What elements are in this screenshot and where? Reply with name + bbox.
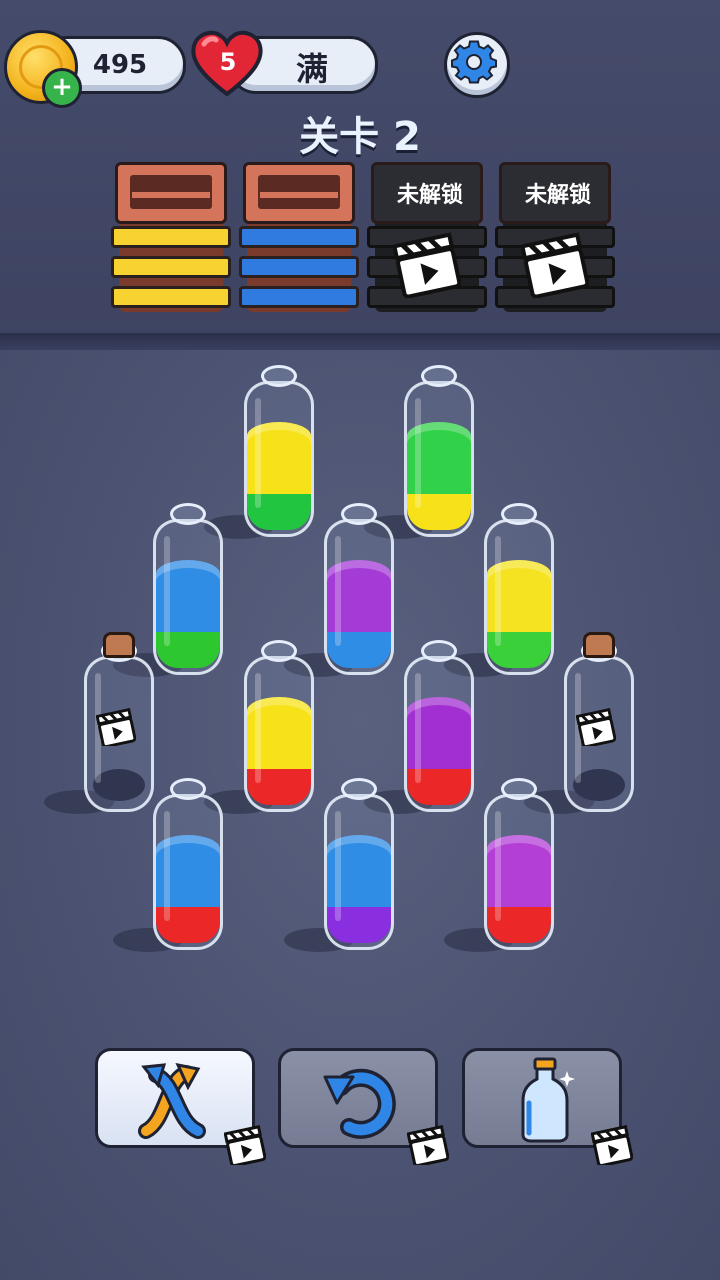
bottle-glass (244, 381, 314, 537)
bottle-glass (484, 519, 554, 675)
bottle[interactable] (324, 778, 394, 950)
settings-button[interactable] (444, 32, 510, 98)
bottle-glass (404, 381, 474, 537)
glass-shine (255, 398, 261, 508)
lives-count: 5 (219, 48, 237, 76)
bottle[interactable] (484, 778, 554, 950)
coin-count: 495 (92, 50, 148, 80)
locked-crate[interactable]: 未解锁 (367, 162, 487, 312)
cork-icon (103, 632, 135, 658)
bottle[interactable] (324, 503, 394, 675)
bottle-neck (170, 503, 206, 525)
shuffle-button[interactable] (95, 1048, 266, 1165)
bottle[interactable] (404, 640, 474, 812)
bottle[interactable] (153, 778, 223, 950)
video-ad-icon (576, 708, 616, 746)
lives-status: 满 (295, 50, 328, 88)
undo-icon (323, 1068, 396, 1139)
locked-crate[interactable]: 未解锁 (495, 162, 615, 312)
video-ad-icon (407, 1125, 449, 1165)
add-bottle-button[interactable] (462, 1048, 633, 1165)
bottle-neck (421, 640, 457, 662)
bottle-icon (521, 1057, 575, 1143)
shuffle-arrows-icon (138, 1062, 206, 1139)
glass-shine (415, 673, 421, 783)
top-panel-edge (0, 333, 720, 351)
video-ad-icon (393, 232, 461, 298)
video-ad-icon (591, 1125, 633, 1165)
bottle-glass (153, 794, 223, 950)
bottle-glass (244, 656, 314, 812)
bottle-glass (153, 519, 223, 675)
glass-shine (335, 536, 341, 646)
color-crate-blue (239, 162, 359, 312)
bottle[interactable] (404, 365, 474, 537)
cork-icon (583, 632, 615, 658)
bottle-neck (341, 778, 377, 800)
bottle-glass (324, 794, 394, 950)
level-title: 关卡 2 (299, 114, 421, 160)
glass-shine (164, 536, 170, 646)
bottle-neck (421, 365, 457, 387)
bottle[interactable] (484, 503, 554, 675)
bottle-neck (261, 640, 297, 662)
bottle-glass (484, 794, 554, 950)
bottle[interactable] (244, 640, 314, 812)
bottle[interactable] (153, 503, 223, 675)
color-crate-yellow (111, 162, 231, 312)
locked-label: 未解锁 (396, 183, 463, 208)
bottle-neck (501, 503, 537, 525)
bottle[interactable] (244, 365, 314, 537)
glass-shine (415, 398, 421, 508)
video-ad-icon (521, 232, 589, 298)
bottle-neck (501, 778, 537, 800)
glass-shine (164, 811, 170, 921)
bottle-neck (261, 365, 297, 387)
glass-shine (335, 811, 341, 921)
bottle-glass (404, 656, 474, 812)
video-ad-icon (224, 1125, 266, 1165)
glass-shine (495, 536, 501, 646)
video-ad-icon (96, 708, 136, 746)
bottle-glass (324, 519, 394, 675)
locked-label: 未解锁 (524, 183, 591, 208)
bottle-neck (170, 778, 206, 800)
gear-icon (451, 40, 497, 84)
glass-shine (495, 811, 501, 921)
bottle-neck (341, 503, 377, 525)
locked-bottle[interactable] (84, 632, 154, 812)
locked-bottle[interactable] (564, 632, 634, 812)
undo-button[interactable] (278, 1048, 449, 1165)
glass-shine (255, 673, 261, 783)
